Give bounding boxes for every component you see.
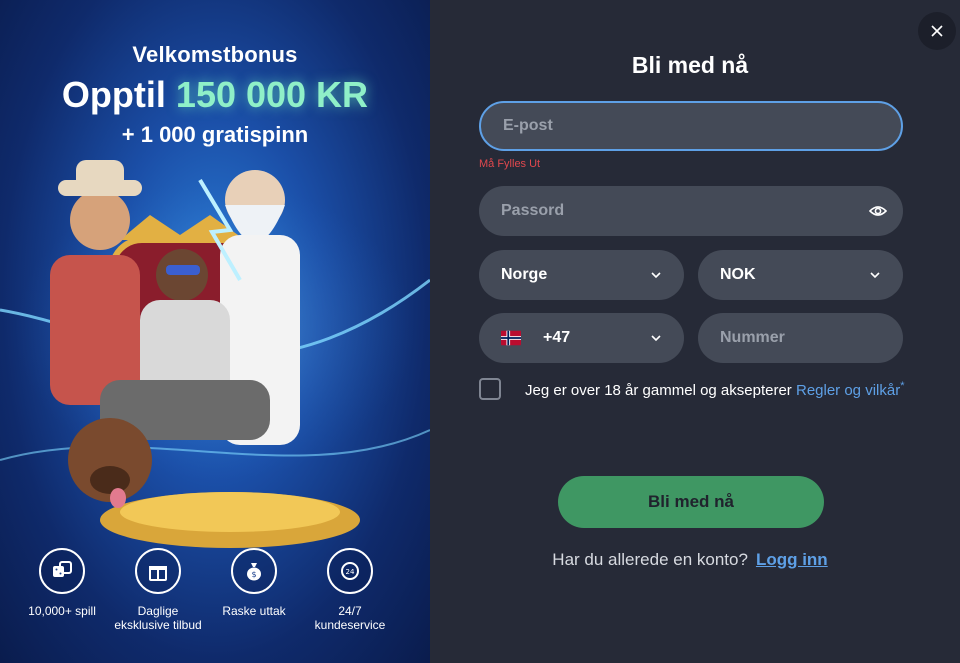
currency-value: NOK [720,266,756,283]
chevron-down-icon [870,272,880,279]
promo-amount-prefix: Opptil [61,74,166,115]
promo-illustration [0,160,430,548]
currency-select[interactable]: NOK [698,250,903,300]
required-star: * [900,380,905,392]
email-error: Må Fylles Ut [479,158,541,170]
login-link[interactable]: Logg inn [756,550,828,569]
terms-checkbox[interactable] [479,378,501,400]
terms-link[interactable]: Regler og vilkår [796,382,900,399]
features-row: 10,000+ spill Daglige eksklusive tilbud … [0,548,430,663]
promo-amount: Opptil 150 000 KR [0,74,430,116]
signup-button[interactable]: Bli med nå [558,476,824,528]
promo-panel: Velkomstbonus Opptil 150 000 KR + 1 000 … [0,0,430,663]
feature-label: 24/7 kundeservice [314,604,386,632]
svg-text:$: $ [251,570,256,579]
money-bag-icon: $ [231,548,277,594]
support-24-icon: 24 [327,548,373,594]
norway-flag-icon [501,330,521,346]
promo-header: Velkomstbonus Opptil 150 000 KR + 1 000 … [0,42,430,148]
terms-label: Jeg er over 18 år gammel og aksepterer [525,382,792,399]
promo-spins: + 1 000 gratispinn [121,122,309,147]
close-button[interactable] [918,12,956,50]
country-value: Norge [501,266,548,283]
terms-row: Jeg er over 18 år gammel og aksepterer R… [479,376,909,401]
phone-number-input[interactable] [720,329,881,347]
feature-support: 24 24/7 kundeservice [302,548,398,632]
promo-amount-value: 150 000 KR [175,74,369,115]
chevron-down-icon [651,272,661,279]
phone-code-value: +47 [543,329,571,346]
close-icon [931,25,943,37]
email-field[interactable] [479,101,903,151]
terms-text: Jeg er over 18 år gammel og aksepterer R… [525,376,904,401]
phone-number-field[interactable] [698,313,903,363]
feature-withdrawals: $ Raske uttak [206,548,302,618]
login-question: Har du allerede en konto? [552,550,748,569]
email-input[interactable] [503,117,879,135]
phone-code-select[interactable]: +47 [479,313,684,363]
eye-icon[interactable] [869,202,887,220]
chevron-down-icon [651,335,661,342]
password-field[interactable] [479,186,903,236]
feature-games: 10,000+ spill [14,548,110,618]
feature-label: Raske uttak [222,604,286,618]
feature-offers: Daglige eksklusive tilbud [110,548,206,632]
login-row: Har du allerede en konto? Logg inn [430,550,950,570]
country-select[interactable]: Norge [479,250,684,300]
feature-label: 10,000+ spill [28,604,96,618]
form-title: Bli med nå [631,52,749,78]
dice-icon [39,548,85,594]
signup-panel: Bli med nå Må Fylles Ut Norge NOK +47 [430,0,960,663]
svg-text:24: 24 [346,568,355,576]
promo-title: Velkomstbonus [132,42,298,67]
gift-icon [135,548,181,594]
feature-label: Daglige eksklusive tilbud [114,604,202,632]
password-input[interactable] [501,202,881,220]
